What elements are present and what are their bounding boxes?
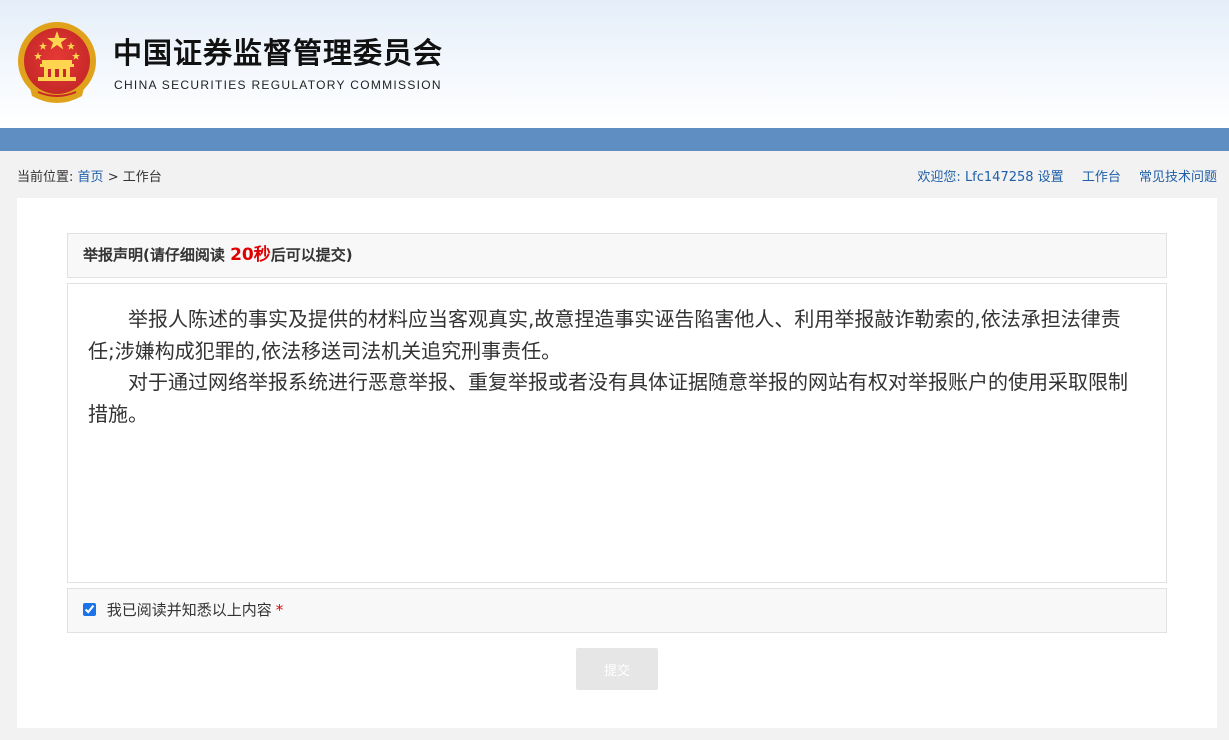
required-mark: * <box>275 601 284 619</box>
site-header: 中国证券监督管理委员会 CHINA SECURITIES REGULATORY … <box>0 0 1229 128</box>
agree-row: 我已阅读并知悉以上内容 * <box>67 588 1167 633</box>
national-emblem-icon <box>18 22 96 103</box>
main-panel: 举报声明(请仔细阅读 20秒后可以提交) 举报人陈述的事实及提供的材料应当客观真… <box>17 198 1217 728</box>
declaration-paragraph: 对于通过网络举报系统进行恶意举报、重复举报或者没有具体证据随意举报的网站有权对举… <box>88 370 1128 426</box>
workbench-link[interactable]: 工作台 <box>1082 170 1121 185</box>
breadcrumb-current: 工作台 <box>122 170 162 185</box>
site-title-cn: 中国证券监督管理委员会 <box>113 36 444 70</box>
nav-band <box>0 128 1229 151</box>
faq-link[interactable]: 常见技术问题 <box>1139 170 1217 185</box>
breadcrumb-separator: > <box>107 170 119 185</box>
declaration-title-suffix: 后可以提交) <box>270 246 353 264</box>
breadcrumb-label: 当前位置: <box>17 170 74 185</box>
countdown-seconds: 20秒 <box>230 245 271 265</box>
agree-label[interactable]: 我已阅读并知悉以上内容 <box>107 601 272 619</box>
settings-link[interactable]: 设置 <box>1038 170 1064 185</box>
site-title-en: CHINA SECURITIES REGULATORY COMMISSION <box>114 78 442 92</box>
declaration-text-box[interactable]: 举报人陈述的事实及提供的材料应当客观真实,故意捏造事实诬告陷害他人、利用举报敲诈… <box>67 283 1167 583</box>
declaration-paragraph: 举报人陈述的事实及提供的材料应当客观真实,故意捏造事实诬告陷害他人、利用举报敲诈… <box>88 307 1121 363</box>
breadcrumb-home-link[interactable]: 首页 <box>78 170 104 185</box>
agree-checkbox[interactable] <box>83 603 96 616</box>
declaration-title-prefix: 举报声明(请仔细阅读 <box>83 246 231 264</box>
welcome-label: 欢迎您: <box>917 170 961 185</box>
declaration-header: 举报声明(请仔细阅读 20秒后可以提交) <box>67 233 1167 278</box>
breadcrumb: 当前位置: 首页 > 工作台 <box>17 166 162 185</box>
username: Lfc147258 <box>964 170 1034 185</box>
submit-button[interactable]: 提交 <box>576 648 658 690</box>
user-bar: 欢迎您: Lfc147258 设置 工作台 常见技术问题 <box>917 166 1217 185</box>
